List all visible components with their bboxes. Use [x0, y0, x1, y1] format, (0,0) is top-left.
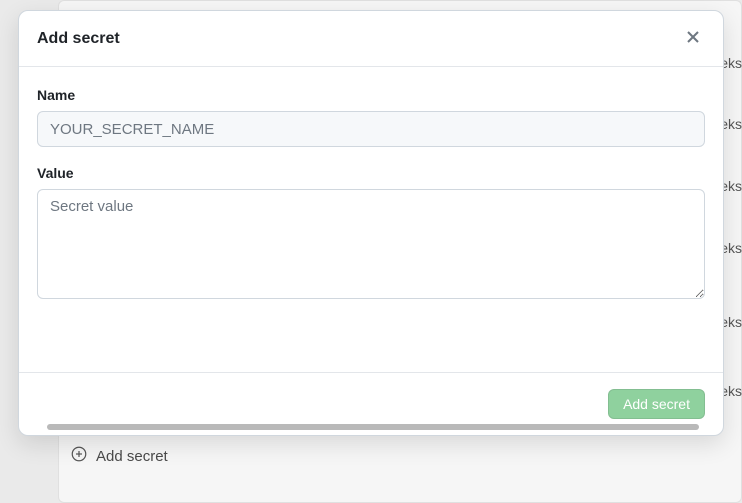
- add-secret-dialog: Add secret Name Value Add secret: [18, 10, 724, 436]
- name-input[interactable]: [37, 111, 705, 147]
- value-textarea[interactable]: [37, 189, 705, 299]
- close-button[interactable]: [681, 25, 705, 52]
- dialog-body: Name Value: [19, 67, 723, 372]
- close-icon: [685, 29, 701, 48]
- background-add-secret-link[interactable]: Add secret: [70, 445, 168, 467]
- background-add-secret-label: Add secret: [96, 448, 168, 465]
- plus-circle-icon: [70, 445, 88, 467]
- horizontal-scrollbar[interactable]: [47, 424, 699, 430]
- dialog-header: Add secret: [19, 11, 723, 67]
- value-label: Value: [37, 165, 705, 181]
- add-secret-button[interactable]: Add secret: [608, 389, 705, 419]
- dialog-title: Add secret: [37, 30, 120, 48]
- name-label: Name: [37, 87, 705, 103]
